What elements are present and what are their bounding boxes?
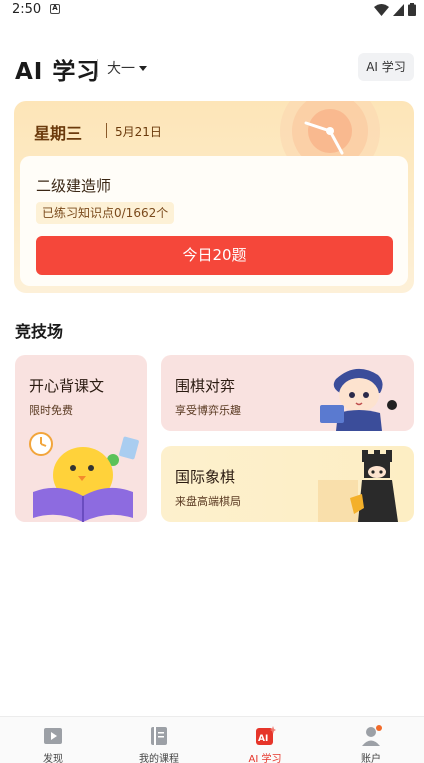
bottom-nav: 发现 我的课程 AI AI 学习 账户	[0, 716, 424, 763]
exam-card: 二级建造师 已练习知识点0/1662个 今日20题	[20, 156, 408, 286]
wifi-icon	[374, 3, 389, 16]
tile-title: 国际象棋	[175, 468, 236, 486]
ai-study-button[interactable]: AI 学习	[358, 53, 414, 81]
header: AI 学习 大一 AI 学习	[0, 50, 424, 86]
chess-rook-icon	[318, 450, 398, 522]
chick-reading-icon	[29, 432, 139, 522]
ai-icon: AI	[256, 726, 276, 745]
daily-practice-card: 星期三 5月21日 二级建造师 已练习知识点0/1662个 今日20题	[14, 101, 414, 293]
arena-title: 竞技场	[15, 322, 64, 341]
recite-text-tile[interactable]: 开心背课文 限时免费	[15, 355, 147, 522]
nav-item-my-courses[interactable]: 我的课程	[106, 717, 212, 763]
tile-subtitle: 享受博弈乐趣	[175, 404, 241, 417]
date: 5月21日	[115, 125, 162, 139]
nav-label: 我的课程	[139, 754, 179, 763]
status-time: 2:50	[12, 2, 42, 17]
exam-name[interactable]: 二级建造师	[36, 175, 111, 196]
tile-title: 开心背课文	[29, 377, 105, 395]
nav-label: 账户	[361, 754, 381, 763]
nav-label: AI 学习	[248, 754, 282, 763]
chess-tile[interactable]: 国际象棋 来盘高端棋局	[161, 446, 414, 522]
date-divider	[106, 123, 107, 138]
tile-subtitle: 限时免费	[29, 404, 73, 417]
notification-icon: A	[50, 4, 60, 14]
grade-dropdown[interactable]: 大一	[107, 58, 147, 78]
nav-label: 发现	[43, 754, 63, 763]
book-icon	[151, 727, 167, 745]
progress-badge: 已练习知识点0/1662个	[36, 202, 175, 224]
tile-subtitle: 来盘高端棋局	[175, 495, 241, 508]
go-game-tile[interactable]: 围棋对弈 享受博弈乐趣	[161, 355, 414, 431]
nav-item-account[interactable]: 账户	[318, 717, 424, 763]
status-icons	[374, 3, 416, 16]
tile-title: 围棋对弈	[175, 377, 236, 395]
user-icon	[362, 725, 382, 746]
grade-label: 大一	[107, 61, 135, 77]
nav-item-ai-study[interactable]: AI AI 学习	[212, 717, 318, 763]
title-divider	[97, 59, 98, 77]
page-title: AI 学习	[15, 59, 101, 85]
video-icon	[44, 728, 62, 744]
today-questions-button[interactable]: 今日20题	[36, 236, 393, 275]
svg-text:AI: AI	[258, 734, 268, 744]
caret-down-icon	[139, 65, 147, 71]
signal-icon	[393, 3, 404, 16]
status-bar: 2:50 A	[0, 0, 424, 20]
battery-icon	[408, 3, 416, 16]
boy-reading-icon	[320, 368, 397, 431]
weekday: 星期三	[34, 124, 83, 143]
nav-item-discover[interactable]: 发现	[0, 717, 106, 763]
